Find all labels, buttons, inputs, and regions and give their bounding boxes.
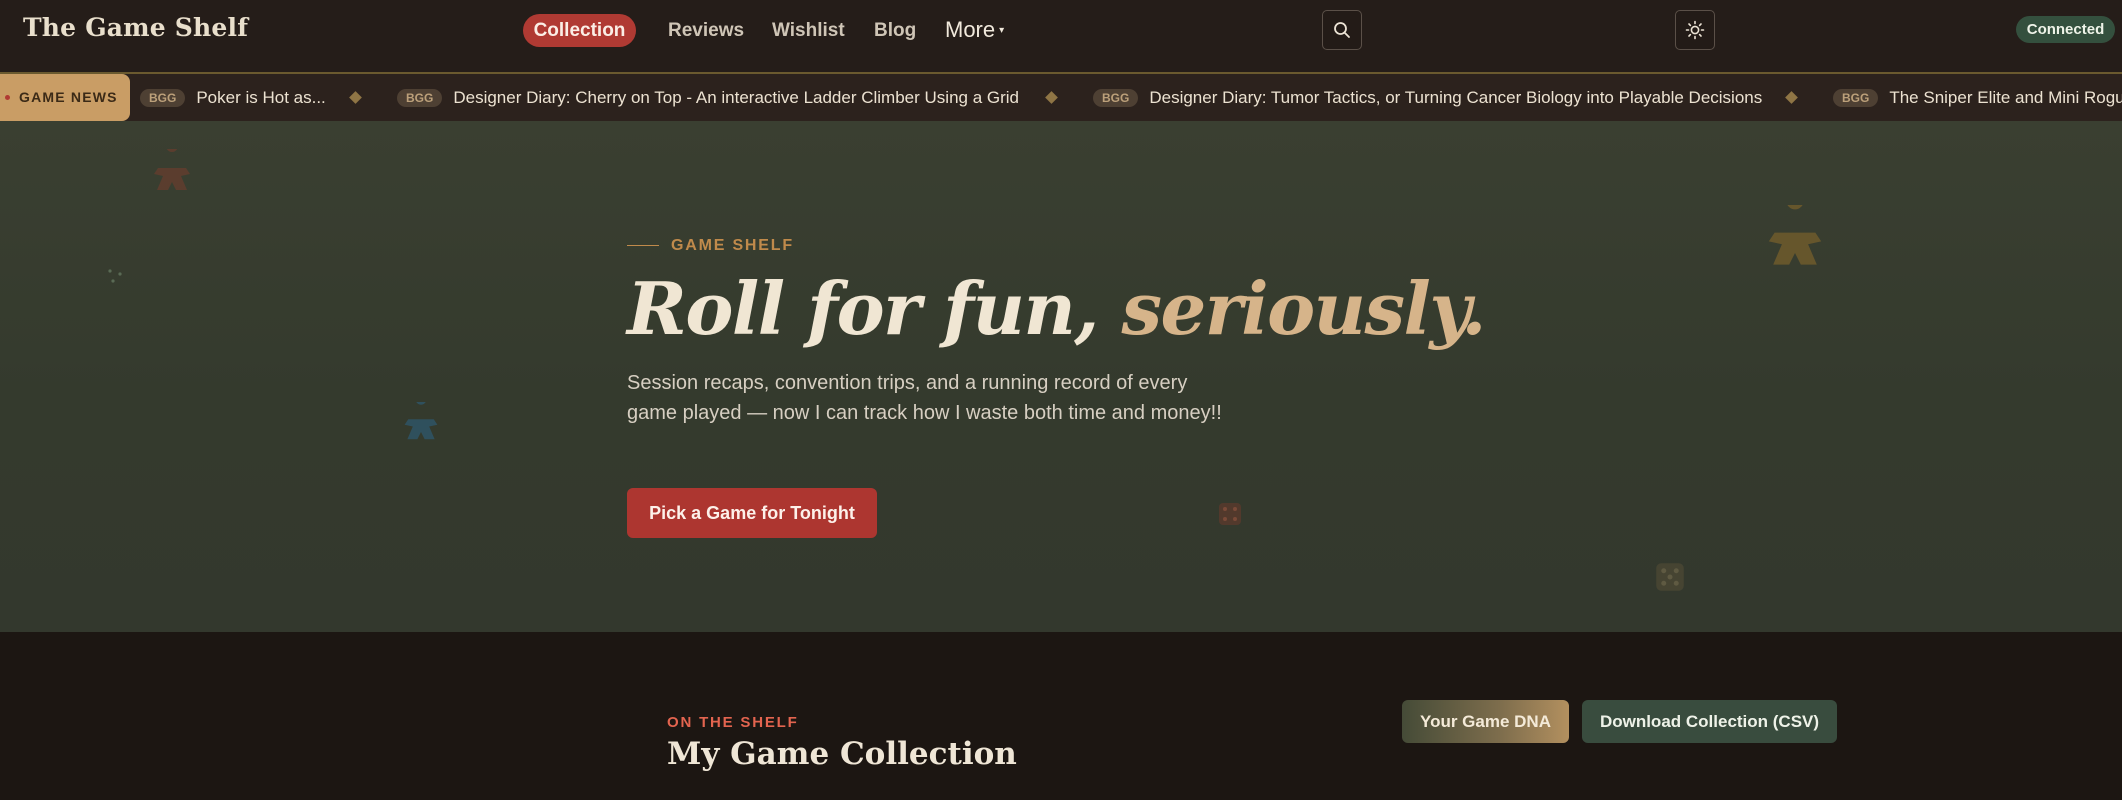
eyebrow-rule <box>627 245 659 246</box>
ticker-item-text: Poker is Hot as... <box>196 88 326 107</box>
source-badge: BGG <box>140 89 186 107</box>
hero-headline: Roll for fun, seriously. <box>627 266 1486 351</box>
meeple-icon <box>1768 205 1822 265</box>
sun-icon <box>1685 20 1705 40</box>
game-dna-button[interactable]: Your Game DNA <box>1402 700 1569 743</box>
nav-more-label: More <box>945 17 996 42</box>
section-eyebrow: ON THE SHELF <box>667 714 799 731</box>
dice-icon <box>1219 503 1241 525</box>
diamond-separator-icon <box>1045 91 1058 104</box>
headline-main: Roll for fun, <box>627 266 1122 351</box>
ticker-item-text: Designer Diary: Tumor Tactics, or Turnin… <box>1149 88 1763 107</box>
theme-toggle-button[interactable] <box>1675 10 1715 50</box>
source-badge: BGG <box>1093 89 1139 107</box>
pick-game-button[interactable]: Pick a Game for Tonight <box>627 488 877 538</box>
section-title: My Game Collection <box>667 736 1017 772</box>
nav-item-collection[interactable]: Collection <box>523 14 636 47</box>
connection-status-badge: Connected <box>2016 16 2115 43</box>
diamond-separator-icon <box>349 91 362 104</box>
source-badge: BGG <box>1833 89 1879 107</box>
meeple-icon <box>404 402 438 440</box>
source-badge: BGG <box>397 89 443 107</box>
nav-item-wishlist[interactable]: Wishlist <box>772 20 845 42</box>
hero-description: Session recaps, convention trips, and a … <box>627 372 1222 424</box>
ticker-item-text: Designer Diary: Cherry on Top - An inter… <box>453 88 1019 107</box>
search-button[interactable] <box>1322 10 1362 50</box>
news-ticker: GAME NEWS BGG Poker is Hot as... BGG Desig… <box>0 72 2122 121</box>
chevron-down-icon: ▾ <box>999 25 1005 36</box>
download-csv-button[interactable]: Download Collection (CSV) <box>1582 700 1837 743</box>
nav-item-reviews[interactable]: Reviews <box>668 20 744 42</box>
collection-section: ON THE SHELF My Game Collection Your Gam… <box>0 632 2122 800</box>
ticker-item-text: The Sniper Elite and Mini Rogue <box>1889 88 2122 107</box>
top-navigation: The Game Shelf Collection Reviews Wishli… <box>0 0 2122 72</box>
search-icon <box>1334 22 1350 38</box>
nav-more-menu[interactable]: More ▾ <box>945 17 1004 43</box>
headline-accent: seriously. <box>1121 266 1486 351</box>
hero-eyebrow: GAME SHELF <box>671 237 794 254</box>
nav-item-blog[interactable]: Blog <box>874 20 916 42</box>
site-brand[interactable]: The Game Shelf <box>23 13 248 42</box>
diamond-separator-icon <box>1785 91 1798 104</box>
dice-icon <box>1656 563 1684 591</box>
ticker-item[interactable]: BGG Designer Diary: Tumor Tactics, or Tur… <box>1093 74 1762 121</box>
dice-icon <box>108 269 122 283</box>
ticker-item[interactable]: BGG The Sniper Elite and Mini Rogue <box>1833 74 2122 121</box>
ticker-label: GAME NEWS <box>0 74 130 121</box>
ticker-item[interactable]: BGG Poker is Hot as... <box>140 74 326 121</box>
ticker-item[interactable]: BGG Designer Diary: Cherry on Top - An in… <box>397 74 1019 121</box>
hero-section: GAME SHELF Roll for fun, seriously. Sess… <box>0 121 2122 632</box>
meeple-icon <box>154 149 190 190</box>
